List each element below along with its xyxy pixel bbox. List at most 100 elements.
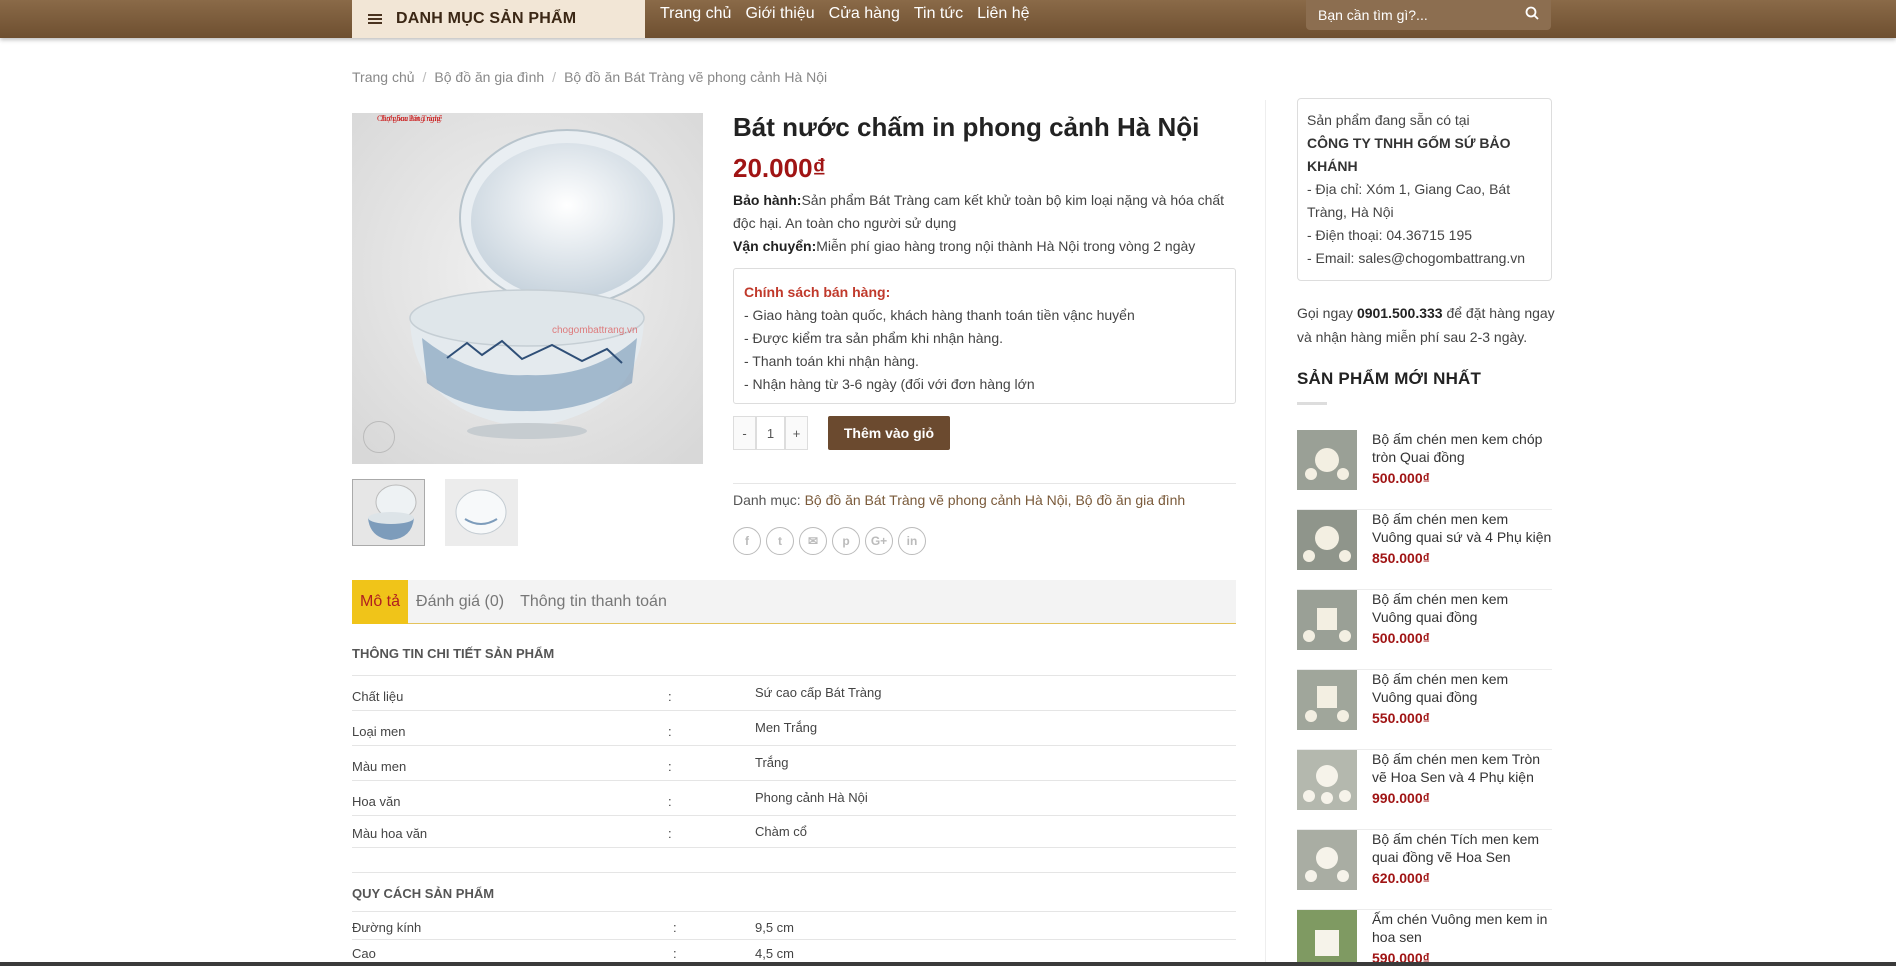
twitter-icon[interactable]: t <box>766 527 794 555</box>
spec-colon: : <box>673 920 677 935</box>
specs-heading: QUY CÁCH SẢN PHẨM <box>352 886 1236 912</box>
call-prefix: Gọi ngay <box>1297 305 1357 321</box>
table-row: Chất liệu : Sứ cao cấp Bát Tràng <box>352 676 1236 711</box>
list-item[interactable]: Bộ ấm chén men kem chóp tròn Quai đồng 5… <box>1297 430 1552 510</box>
hamburger-icon <box>368 14 382 24</box>
categories-links[interactable]: Bộ đồ ăn Bát Tràng vẽ phong cảnh Hà Nội,… <box>805 492 1186 508</box>
tab-reviews[interactable]: Đánh giá (0) <box>408 580 512 624</box>
product-price: 500.000₫ <box>1372 470 1430 486</box>
list-item[interactable]: Bộ ấm chén men kem Vuông quai đồng 500.0… <box>1297 590 1552 670</box>
product-thumbnail[interactable] <box>1297 510 1357 570</box>
category-menu-button[interactable]: DANH MỤC SẢN PHẨM <box>352 0 645 38</box>
watermark-logo-subtitle: Tinh hoa làng nghề <box>380 114 442 123</box>
zoom-icon[interactable] <box>363 421 395 453</box>
spec-colon: : <box>668 689 672 704</box>
add-to-cart-button[interactable]: Thêm vào giỏ <box>828 416 950 450</box>
search-icon[interactable] <box>1525 6 1539 20</box>
nav-news[interactable]: Tin tức <box>914 5 963 23</box>
product-name[interactable]: Bộ ấm chén men kem Vuông quai sứ và 4 Ph… <box>1372 510 1552 546</box>
breadcrumb-separator: / <box>552 69 557 85</box>
thumbnail-2[interactable] <box>445 479 518 546</box>
table-row: Hoa văn : Phong cảnh Hà Nội <box>352 781 1236 816</box>
policy-item: - Thanh toán khi nhận hàng. <box>744 353 919 369</box>
main-nav: Trang chủ Giới thiệu Cửa hàng Tin tức Li… <box>660 0 1030 28</box>
product-name[interactable]: Bộ ấm chén men kem Tròn vẽ Hoa Sen và 4 … <box>1372 750 1552 786</box>
spec-key: Đường kính <box>352 920 422 935</box>
thumbnail-1[interactable] <box>352 479 425 546</box>
nav-about[interactable]: Giới thiệu <box>745 5 814 23</box>
product-price: 500.000₫ <box>1372 630 1430 646</box>
tab-description[interactable]: Mô tả <box>352 580 409 624</box>
product-name[interactable]: Bộ ấm chén men kem Vuông quai đồng <box>1372 670 1552 706</box>
spec-value: Men Trắng <box>755 720 818 735</box>
breadcrumb-subcategory[interactable]: Bộ đồ ăn Bát Tràng vẽ phong cảnh Hà Nội <box>564 69 827 85</box>
breadcrumb-separator: / <box>422 69 427 85</box>
google-plus-icon[interactable]: G+ <box>865 527 893 555</box>
svg-text:chogombattrang.vn: chogombattrang.vn <box>552 325 638 336</box>
product-price: 550.000₫ <box>1372 710 1430 726</box>
breadcrumb-category[interactable]: Bộ đồ ăn gia đình <box>434 69 544 85</box>
call-to-order: Gọi ngay 0901.500.333 để đặt hàng ngay v… <box>1297 301 1557 349</box>
title-divider <box>1297 402 1327 405</box>
bowl-image: Chợ gốm Bát Tràng Tinh hoa làng nghề cho… <box>352 113 703 464</box>
product-name[interactable]: Bộ ấm chén Tích men kem quai đồng vẽ Hoa… <box>1372 830 1552 866</box>
quantity-stepper: - 1 + <box>733 416 808 450</box>
store-company: CÔNG TY TNHH GỐM SỨ BẢO KHÁNH <box>1307 135 1511 174</box>
pinterest-icon[interactable]: p <box>832 527 860 555</box>
spec-value: Chàm cổ <box>755 824 808 839</box>
email-icon[interactable]: ✉ <box>799 527 827 555</box>
facebook-icon[interactable]: f <box>733 527 761 555</box>
spec-colon: : <box>668 724 672 739</box>
list-item[interactable]: Bộ ấm chén men kem Tròn vẽ Hoa Sen và 4 … <box>1297 750 1552 830</box>
nav-shop[interactable]: Cửa hàng <box>829 5 900 23</box>
quantity-plus-button[interactable]: + <box>785 416 808 450</box>
product-thumbnail[interactable] <box>1297 750 1357 810</box>
search-box <box>1306 0 1551 30</box>
specs-table: QUY CÁCH SẢN PHẨM Đường kính : 9,5 cm Ca… <box>352 872 1236 966</box>
list-item[interactable]: Bộ ấm chén Tích men kem quai đồng vẽ Hoa… <box>1297 830 1552 910</box>
list-item[interactable]: Ấm chén Vuông men kem in hoa sen 590.000… <box>1297 910 1552 966</box>
product-name[interactable]: Bộ ấm chén men kem chóp tròn Quai đồng <box>1372 430 1552 466</box>
table-row: Màu hoa văn : Chàm cổ <box>352 816 1236 848</box>
category-menu-label: DANH MỤC SẢN PHẨM <box>396 10 577 27</box>
breadcrumb-home[interactable]: Trang chủ <box>352 69 415 85</box>
policy-item: - Giao hàng toàn quốc, khách hàng thanh … <box>744 307 1135 323</box>
store-intro: Sản phẩm đang sẵn có tại <box>1307 112 1470 128</box>
nav-contact[interactable]: Liên hệ <box>977 5 1030 23</box>
product-name[interactable]: Ấm chén Vuông men kem in hoa sen <box>1372 910 1552 946</box>
product-tabs: Mô tả Đánh giá (0) Thông tin thanh toán <box>352 580 1236 624</box>
product-thumbnail[interactable] <box>1297 910 1357 966</box>
spec-key: Loại men <box>352 724 406 739</box>
spec-colon: : <box>668 826 672 841</box>
product-main-image[interactable]: Chợ gốm Bát Tràng Tinh hoa làng nghề cho… <box>352 113 703 464</box>
details-heading: THÔNG TIN CHI TIẾT SẢN PHẨM <box>352 646 1236 676</box>
thumbnail-list <box>352 479 518 546</box>
spec-value: Trắng <box>755 755 789 770</box>
hotline-number[interactable]: 0901.500.333 <box>1357 305 1443 321</box>
policy-item: - Nhận hàng từ 3-6 ngày (đối với đơn hàn… <box>744 376 1035 392</box>
quantity-input[interactable]: 1 <box>756 416 785 450</box>
store-info-box: Sản phẩm đang sẵn có tại CÔNG TY TNHH GỐ… <box>1297 98 1552 281</box>
spec-value: Phong cảnh Hà Nội <box>755 790 868 805</box>
nav-home[interactable]: Trang chủ <box>660 5 731 23</box>
store-email: - Email: sales@chogombattrang.vn <box>1307 250 1526 266</box>
product-name[interactable]: Bộ ấm chén men kem Vuông quai đồng <box>1372 590 1552 626</box>
policy-item: - Được kiểm tra sản phẩm khi nhận hàng. <box>744 330 1004 346</box>
product-thumbnail[interactable] <box>1297 590 1357 650</box>
warranty-label: Bảo hành: <box>733 192 802 208</box>
list-item[interactable]: Bộ ấm chén men kem Vuông quai sứ và 4 Ph… <box>1297 510 1552 590</box>
linkedin-icon[interactable]: in <box>898 527 926 555</box>
list-item[interactable]: Bộ ấm chén men kem Vuông quai đồng 550.0… <box>1297 670 1552 750</box>
spec-key: Hoa văn <box>352 794 401 809</box>
product-price: 850.000₫ <box>1372 550 1430 566</box>
tab-payment-info[interactable]: Thông tin thanh toán <box>512 580 675 624</box>
search-input[interactable] <box>1318 7 1508 23</box>
spec-value: Sứ cao cấp Bát Tràng <box>755 685 882 700</box>
product-thumbnail[interactable] <box>1297 830 1357 890</box>
product-thumbnail[interactable] <box>1297 430 1357 490</box>
product-thumbnail[interactable] <box>1297 670 1357 730</box>
product-price: 620.000₫ <box>1372 870 1430 886</box>
quantity-minus-button[interactable]: - <box>733 416 756 450</box>
spec-colon: : <box>673 946 677 961</box>
latest-products-list: Bộ ấm chén men kem chóp tròn Quai đồng 5… <box>1297 430 1552 966</box>
